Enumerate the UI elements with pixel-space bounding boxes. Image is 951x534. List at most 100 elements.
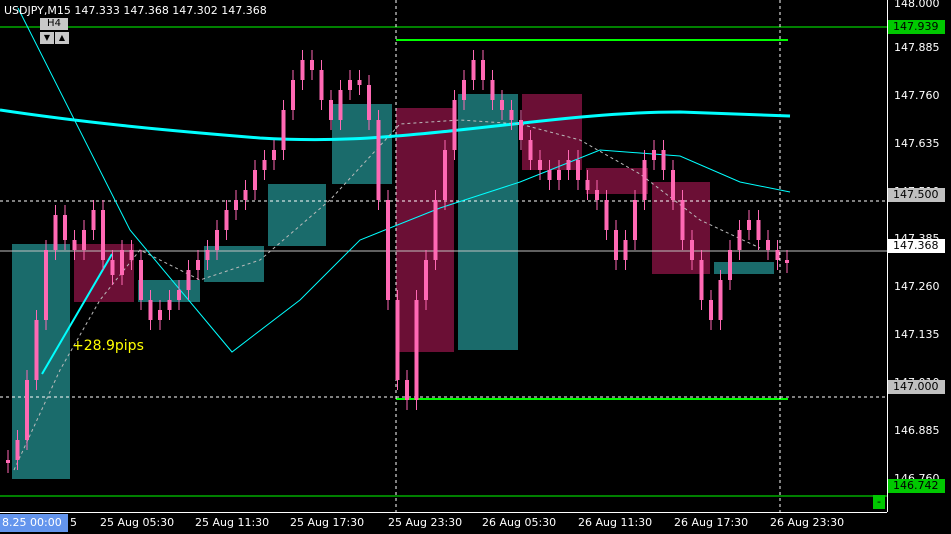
candle-body (186, 270, 191, 290)
chevron-down-icon[interactable]: ▼ (40, 32, 54, 44)
candle-body (433, 200, 438, 260)
candle-body (490, 80, 495, 100)
candle-body (405, 380, 409, 400)
candle-body (300, 60, 305, 80)
candle-body (262, 160, 267, 170)
candle-body (576, 160, 580, 180)
candle-body (319, 70, 324, 100)
time-tick: 26 Aug 17:30 (674, 516, 749, 529)
candle-body (148, 300, 153, 320)
candle-body (614, 230, 618, 260)
candle-body (395, 300, 400, 380)
candle-body (775, 250, 780, 260)
price-tag-level_mid: 147.500 (888, 188, 945, 203)
candle-body (110, 260, 115, 275)
candle-body (15, 440, 20, 460)
candle-body (528, 140, 533, 160)
time-tick: 26 Aug 11:30 (578, 516, 653, 529)
candle-body (585, 180, 590, 190)
candle-body (737, 230, 742, 250)
candle-body (661, 150, 666, 170)
candle-body (243, 190, 248, 200)
candle-body (538, 160, 542, 170)
candle-body (63, 215, 67, 240)
price-tick: 147.260 (894, 280, 940, 294)
chevron-up-icon[interactable]: ▲ (55, 32, 69, 44)
candle-body (547, 170, 552, 180)
candle-body (224, 210, 229, 230)
candle-body (281, 110, 286, 150)
candle-body (747, 220, 751, 230)
candle-body (338, 90, 343, 120)
symbol-info: USDJPY,M15 147.333 147.368 147.302 147.3… (4, 4, 267, 17)
candle-body (471, 60, 476, 80)
price-tick: 147.885 (894, 41, 940, 55)
price-tick: 148.000 (894, 0, 940, 10)
candle-body (348, 80, 352, 90)
candle-body (566, 160, 571, 170)
candle-body (690, 240, 694, 260)
candle-body (82, 230, 86, 250)
price-chart[interactable] (0, 0, 887, 512)
candle-body (443, 150, 447, 200)
price-tick: 147.760 (894, 88, 940, 102)
price-tag-bid: 147.368 (888, 238, 945, 253)
time-cursor-label: 8.25 00:00 (0, 514, 68, 532)
candle-body (234, 200, 238, 210)
candle-body (699, 260, 704, 300)
candle-body (728, 250, 732, 280)
candle-body (91, 210, 96, 230)
price-tick: 146.885 (894, 423, 940, 437)
candle-body (272, 150, 276, 160)
candle-body (44, 250, 48, 320)
h4-candle-box (714, 262, 774, 274)
timeframe-label: H4 (40, 18, 68, 30)
candle-body (766, 240, 770, 250)
price-tick: 147.135 (894, 328, 940, 342)
candle-body (519, 120, 523, 140)
candle-body (623, 240, 628, 260)
price-tag-level_bottom: 146.742 (888, 478, 945, 493)
candle-body (34, 320, 39, 380)
price-axis[interactable]: 148.000147.885147.760147.635147.510147.3… (887, 0, 951, 512)
candle-body (652, 150, 656, 160)
time-tick: 25 Aug 23:30 (388, 516, 463, 529)
candle-body (633, 200, 637, 240)
price-tick: 147.635 (894, 136, 940, 150)
candle-body (414, 300, 419, 400)
price-tag-level_top: 147.939 (888, 20, 945, 35)
candle-body (680, 200, 685, 240)
candle-body (462, 80, 466, 100)
time-axis[interactable]: 25 Aug 05:30 25 Aug 11:30 25 Aug 17:30 25 A… (0, 512, 887, 534)
candle-body (167, 300, 172, 310)
timeframe-widget[interactable]: H4 ▼ ▲ (38, 18, 70, 46)
candle-body (642, 160, 647, 200)
chart-window[interactable]: USDJPY,M15 147.333 147.368 147.302 147.3… (0, 0, 951, 534)
h4-candle-box (268, 184, 326, 246)
candle-body (500, 100, 504, 110)
candle-body (6, 460, 10, 463)
candle-body (291, 80, 295, 110)
time-tick: 5 (70, 516, 77, 529)
candle-body (595, 190, 599, 200)
h4-candle-box (458, 94, 518, 350)
candle-body (452, 100, 457, 150)
collapse-button[interactable]: - (873, 495, 885, 509)
candle-body (205, 250, 210, 260)
time-tick: 25 Aug 11:30 (195, 516, 270, 529)
candle-body (177, 290, 181, 300)
candle-body (129, 250, 134, 260)
candle-body (376, 120, 381, 200)
candle-body (509, 110, 514, 120)
candle-body (215, 230, 219, 250)
candle-body (756, 220, 761, 240)
candle-body (72, 240, 77, 250)
time-tick: 26 Aug 05:30 (482, 516, 557, 529)
candle-body (101, 210, 105, 260)
time-cursor-text: 8.25 00:00 (2, 516, 62, 529)
ma-long-line (0, 108, 791, 142)
candle-body (329, 100, 333, 120)
candle-body (310, 60, 314, 70)
candle-body (386, 200, 390, 300)
price-tag-level_low: 147.000 (888, 379, 945, 394)
